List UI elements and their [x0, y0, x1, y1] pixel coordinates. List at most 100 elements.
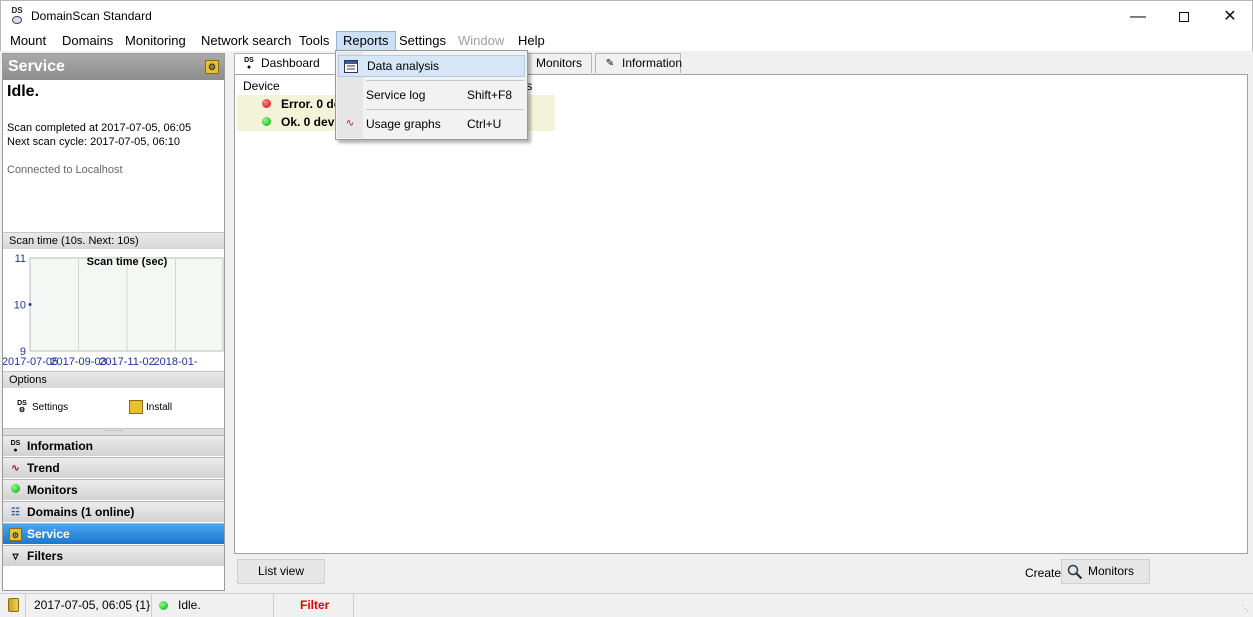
menu-window[interactable]: Window	[452, 31, 510, 51]
service-nav-icon: ⚙	[9, 528, 22, 541]
nav-information[interactable]: DS ● Information	[3, 435, 224, 456]
tab-monitors-label: Monitors	[536, 56, 583, 70]
settings-option-label: Settings	[32, 402, 69, 413]
y-tick-label: 11	[15, 253, 26, 265]
data-point	[28, 303, 32, 306]
nav-trend[interactable]: ∿ Trend	[3, 457, 224, 478]
scan-time-chart: Scan time (sec) 11 10 9 2017-07-05 2017-09-03…	[3, 250, 224, 368]
green-dot-icon	[9, 484, 22, 497]
nav-trend-label: Trend	[27, 461, 60, 475]
service-icon[interactable]: ⚙	[205, 60, 219, 74]
nav-service-label: Service	[27, 527, 70, 541]
menu-tools[interactable]: Tools	[293, 31, 335, 51]
panel-title: Service	[8, 58, 65, 75]
status-bar: 2017-07-05, 06:05 {1} Idle. Filter ⋱	[0, 593, 1253, 617]
settings-option-button[interactable]: DS ⚙ Settings	[15, 400, 68, 416]
scan-completed-text: Scan completed at 2017-07-05, 06:05	[7, 122, 192, 134]
service-panel: Service ⚙ Idle. Scan completed at 2017-0…	[2, 53, 225, 591]
create-monitors-button[interactable]: Monitors	[1061, 559, 1150, 584]
close-button[interactable]: ✕	[1207, 1, 1253, 32]
nav-service[interactable]: ⚙ Service	[3, 523, 224, 544]
x-tick-label: 2017-09-03	[50, 356, 106, 368]
x-tick-label: 2017-11-02	[99, 356, 154, 368]
statusbar-status: Idle.	[152, 594, 274, 617]
options-area: DS ⚙ Settings Install	[3, 389, 224, 429]
create-monitors-label: Monitors	[1088, 564, 1135, 578]
filter-icon: ▿	[12, 549, 19, 563]
statusbar-date: 2017-07-05, 06:05 {1}	[26, 594, 152, 617]
column-device[interactable]: Device	[243, 77, 280, 95]
install-option-button[interactable]: Install	[129, 400, 172, 416]
resize-grip-icon[interactable]: ⋱	[1241, 604, 1251, 614]
tab-dashboard-label: Dashboard	[261, 56, 320, 70]
menu-domains[interactable]: Domains	[56, 31, 119, 51]
install-icon	[129, 400, 143, 415]
dashboard-content: Device tions Error. 0 de Ok. 0 dev	[234, 74, 1248, 554]
options-header: Options	[3, 371, 224, 388]
menu-mount[interactable]: Mount	[4, 31, 52, 51]
maximize-button[interactable]	[1161, 1, 1207, 32]
chart-title: Scan time (sec)	[87, 256, 168, 268]
statusbar-status-text: Idle.	[178, 598, 201, 612]
ds-logo-icon: DS ●	[244, 57, 254, 71]
nav-filters[interactable]: ▿ Filters	[3, 545, 224, 566]
menu-item-service-log[interactable]: Service log Shift+F8	[338, 84, 525, 106]
menu-item-data-analysis[interactable]: Data analysis	[338, 55, 525, 77]
service-status: Idle.	[7, 83, 40, 100]
nav-monitors[interactable]: Monitors	[3, 479, 224, 500]
information-tab-icon: ✎	[605, 58, 615, 69]
x-tick-label: 2018-01-	[153, 356, 197, 368]
row-error-label: Error. 0 de	[281, 97, 341, 111]
install-option-label: Install	[146, 402, 173, 413]
database-icon	[8, 598, 19, 612]
tab-dashboard[interactable]: DS ● Dashboard	[234, 53, 336, 74]
reports-dropdown-menu: Data analysis Service log Shift+F8 ∿ Usa…	[335, 50, 528, 140]
connection-text: Connected to Localhost	[7, 164, 123, 176]
ds-settings-icon: DS ⚙	[17, 400, 27, 415]
table-icon	[344, 60, 358, 73]
green-status-icon	[262, 117, 271, 126]
menu-monitoring[interactable]: Monitoring	[119, 31, 192, 51]
menu-separator	[366, 80, 524, 81]
green-status-icon	[159, 601, 168, 610]
red-status-icon	[262, 99, 271, 108]
service-log-label: Service log	[366, 88, 426, 102]
graph-icon: ∿	[345, 118, 355, 129]
magnifier-icon	[1067, 564, 1083, 580]
title-bar: DS DomainScan Standard — ✕	[0, 0, 1253, 31]
nav-domains[interactable]: ☷ Domains (1 online)	[3, 501, 224, 522]
usage-graphs-label: Usage graphs	[366, 117, 441, 131]
trend-icon: ∿	[11, 463, 20, 474]
network-icon: ☷	[11, 507, 20, 518]
menu-network-search[interactable]: Network search	[195, 31, 297, 51]
panel-header: Service ⚙	[3, 54, 224, 80]
create-label: Create:	[1025, 566, 1065, 580]
window-title: DomainScan Standard	[31, 9, 152, 23]
menu-reports[interactable]: Reports	[336, 31, 396, 51]
nav-domains-label: Domains (1 online)	[27, 505, 135, 519]
next-scan-text: Next scan cycle: 2017-07-05, 06:10	[7, 136, 181, 148]
minimize-button[interactable]: —	[1115, 1, 1161, 32]
tab-information-label: Information	[622, 56, 683, 70]
scan-time-header: Scan time (10s. Next: 10s)	[3, 232, 224, 249]
menu-settings[interactable]: Settings	[393, 31, 452, 51]
nav-monitors-label: Monitors	[27, 483, 78, 497]
ds-logo-icon: DS ●	[10, 440, 21, 454]
nav-information-label: Information	[27, 439, 93, 453]
list-view-button[interactable]: List view	[237, 559, 325, 584]
tab-information[interactable]: ✎ Information	[595, 53, 683, 73]
nav-filters-label: Filters	[27, 549, 64, 563]
y-tick-label: 10	[14, 300, 26, 312]
menu-separator	[366, 109, 524, 110]
chart-svg: Scan time (sec)111092017-07-052017-09-03…	[3, 253, 224, 368]
app-logo-icon: DS	[9, 7, 25, 25]
menu-help[interactable]: Help	[512, 31, 551, 51]
menu-item-usage-graphs[interactable]: ∿ Usage graphs Ctrl+U	[338, 113, 525, 135]
usage-graphs-shortcut: Ctrl+U	[467, 117, 502, 131]
statusbar-filter[interactable]: Filter	[274, 594, 354, 617]
data-analysis-label: Data analysis	[367, 59, 440, 73]
menu-bar: Mount Domains Monitoring Network search …	[0, 31, 1253, 51]
statusbar-icon-cell	[0, 594, 26, 617]
service-log-shortcut: Shift+F8	[467, 88, 513, 102]
row-ok-label: Ok. 0 dev	[281, 115, 335, 129]
